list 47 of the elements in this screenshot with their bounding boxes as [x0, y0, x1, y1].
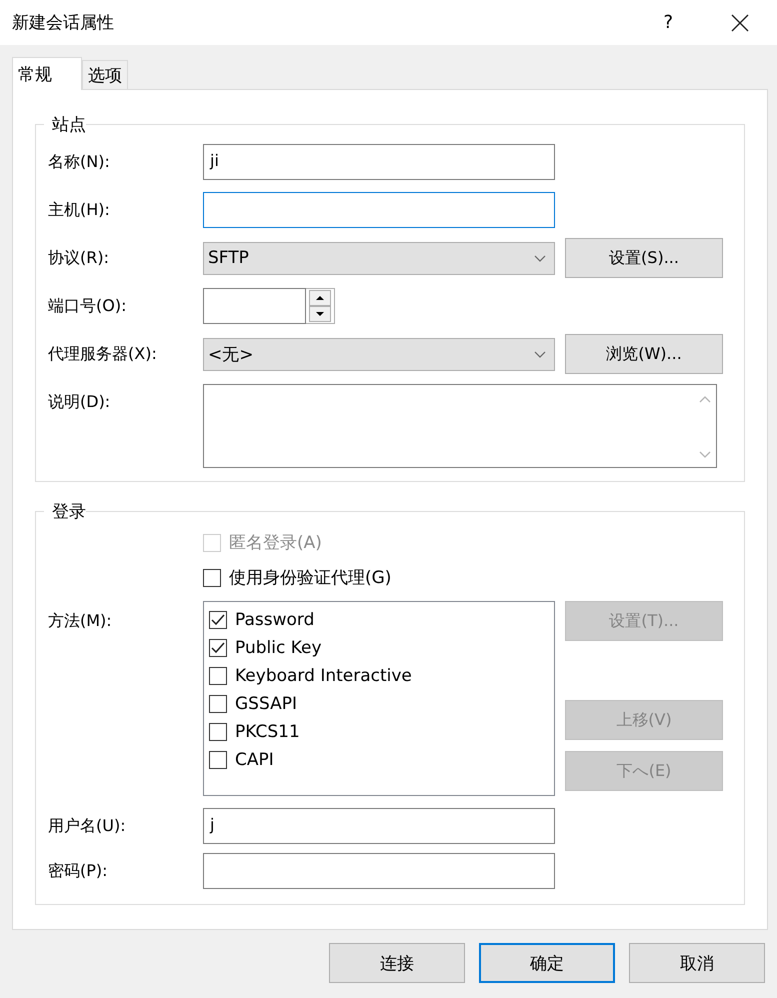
field-label: 密码(P):: [48, 860, 109, 882]
checkbox[interactable]: [209, 723, 227, 741]
checkbox-label: 匿名登录(A): [229, 532, 322, 554]
method-label: PKCS11: [235, 722, 300, 742]
close-icon[interactable]: [731, 14, 749, 32]
tab[interactable]: 选项: [82, 60, 128, 89]
checkbox[interactable]: [209, 695, 227, 713]
port-field[interactable]: [203, 288, 306, 324]
dialog-button[interactable]: 取消: [629, 943, 765, 983]
method-label: Keyboard Interactive: [235, 666, 412, 686]
field-label: 端口号(O):: [48, 296, 128, 316]
input-field[interactable]: j: [203, 808, 555, 844]
checkbox[interactable]: [203, 568, 221, 586]
dropdown[interactable]: <无>: [203, 338, 555, 370]
field-label: 说明(D):: [48, 391, 112, 413]
chevron-down-icon: [534, 254, 546, 262]
method-label: Public Key: [235, 638, 322, 658]
method-label: CAPI: [235, 750, 274, 770]
side-button[interactable]: 设置(S)...: [565, 238, 723, 278]
dialog-button[interactable]: 连接: [329, 943, 465, 983]
field-label: 方法(M):: [48, 610, 113, 632]
group-title: 登录: [51, 501, 86, 523]
checkbox[interactable]: [209, 611, 227, 629]
field-label: 用户名(U):: [48, 816, 127, 836]
dialog-button[interactable]: 确定: [479, 943, 615, 983]
input-field[interactable]: ji: [203, 144, 555, 180]
checkbox[interactable]: [209, 667, 227, 685]
tab[interactable]: 常规: [12, 57, 82, 90]
spin-down-icon[interactable]: [309, 306, 331, 322]
field-label: 主机(H):: [48, 200, 111, 220]
checkbox[interactable]: [209, 751, 227, 769]
method-label: Password: [235, 610, 314, 630]
help-button[interactable]: ?: [657, 12, 679, 33]
method-label: GSSAPI: [235, 694, 297, 714]
input-field[interactable]: [203, 192, 555, 228]
field-label: 代理服务器(X):: [48, 344, 158, 364]
group-title: 站点: [51, 114, 86, 136]
window-title: 新建会话属性: [12, 12, 115, 34]
spin-up-icon[interactable]: [309, 290, 331, 306]
checkbox-label: 使用身份验证代理(G): [229, 567, 392, 589]
dropdown[interactable]: SFTP: [203, 242, 555, 274]
chevron-down-icon: [534, 350, 546, 358]
field-label: 名称(N):: [48, 152, 111, 172]
input-field[interactable]: [203, 853, 555, 889]
field-label: 协议(R):: [48, 248, 110, 268]
checkbox[interactable]: [209, 639, 227, 657]
side-button[interactable]: 浏览(W)...: [565, 334, 723, 374]
